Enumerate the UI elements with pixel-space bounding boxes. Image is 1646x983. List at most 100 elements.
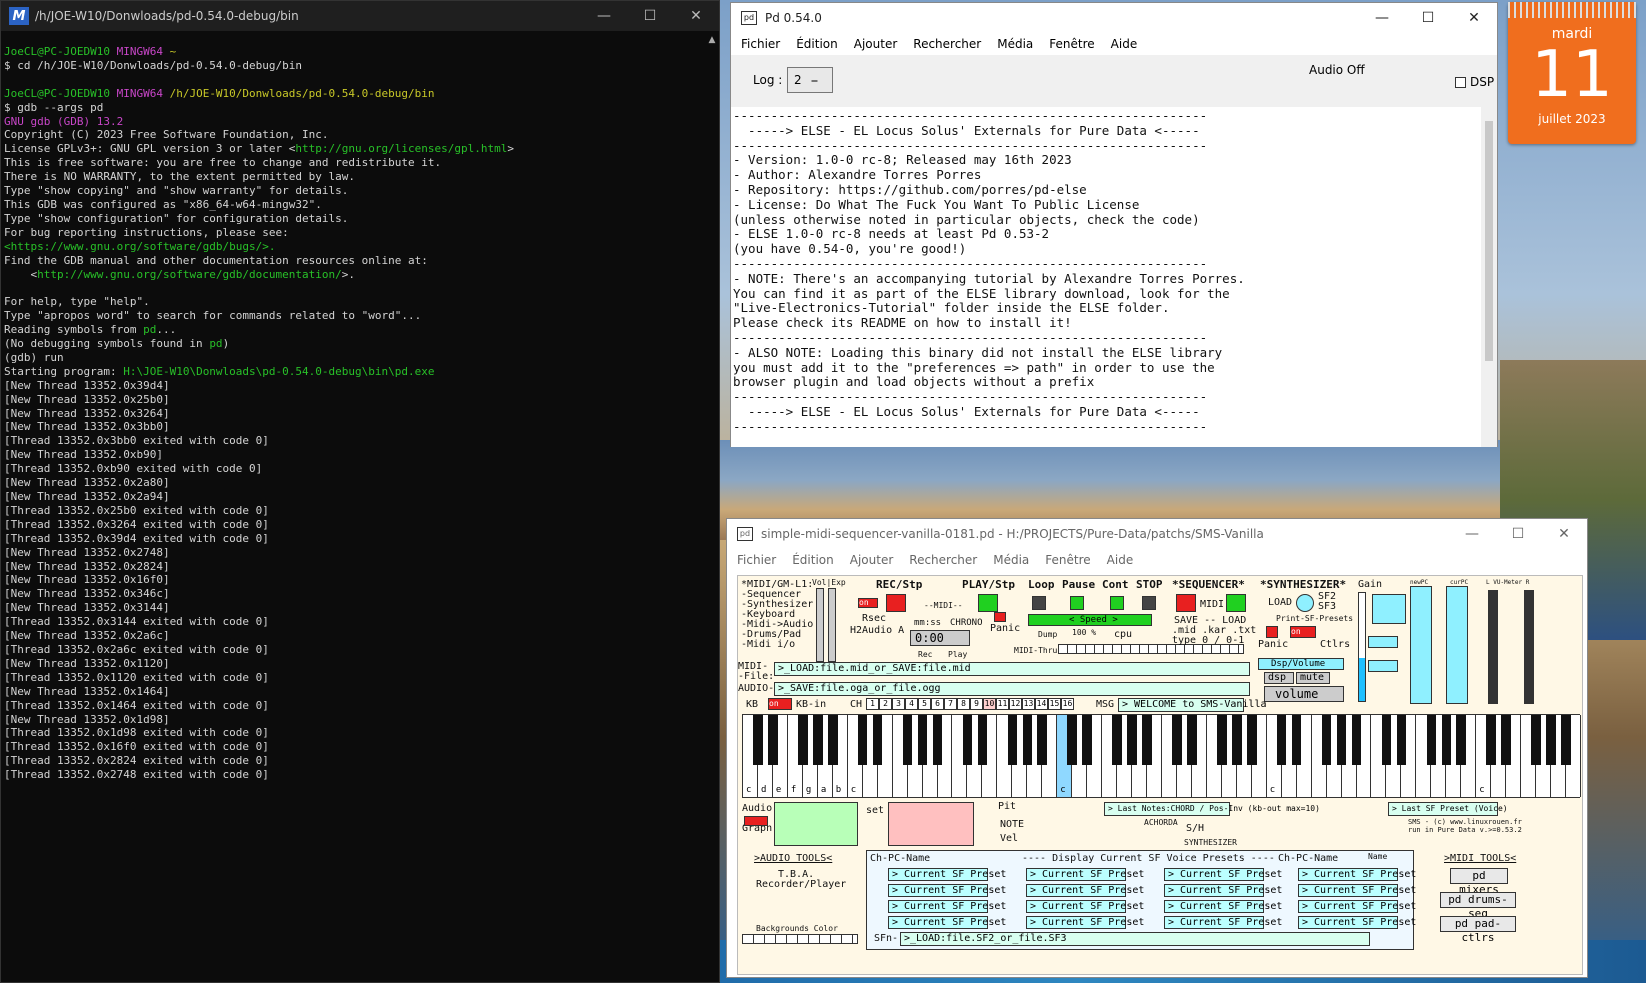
black-key[interactable]: [977, 715, 988, 765]
black-key[interactable]: [872, 715, 883, 765]
channel-button[interactable]: 8: [957, 698, 970, 710]
black-key[interactable]: [932, 715, 943, 765]
channel-button[interactable]: 13: [1022, 698, 1035, 710]
loop-toggle[interactable]: [1032, 596, 1046, 610]
scroll-thumb[interactable]: [1485, 121, 1493, 361]
black-key[interactable]: [1172, 715, 1182, 765]
channel-button[interactable]: 5: [918, 698, 931, 710]
channel-button[interactable]: 3: [892, 698, 905, 710]
black-key[interactable]: [1067, 715, 1077, 765]
dsp-button[interactable]: dsp: [1264, 672, 1294, 684]
sf-preset-slot[interactable]: > Current SF Preset: [1026, 900, 1144, 913]
sf-preset-slot[interactable]: > Current SF Preset: [1298, 916, 1416, 929]
synth-on-toggle[interactable]: on: [1290, 626, 1316, 638]
channel-button[interactable]: 4: [905, 698, 918, 710]
pd-mixers-button[interactable]: pd mixers: [1450, 868, 1508, 896]
black-key[interactable]: [962, 715, 973, 765]
sms-patch-canvas[interactable]: *MIDI/GM-L1: -Sequencer -Synthesizer -Ke…: [737, 575, 1583, 975]
channel-selector[interactable]: 1 2 3 4 5 6 7 8 9 10 11 12 13 14 15 16: [866, 698, 1074, 710]
license-link[interactable]: http://gnu.org/licenses/gpl.html: [295, 142, 507, 155]
menu-ajouter[interactable]: Ajouter: [842, 553, 902, 567]
menu-rechercher[interactable]: Rechercher: [905, 37, 989, 51]
channel-button[interactable]: 15: [1048, 698, 1061, 710]
menu-media[interactable]: Média: [989, 37, 1041, 51]
panic-button[interactable]: [994, 612, 1006, 622]
seq-play-button[interactable]: [1226, 594, 1246, 612]
calendar-widget[interactable]: mardi 11 juillet 2023: [1508, 2, 1636, 144]
black-key[interactable]: [1112, 715, 1122, 765]
cont-button[interactable]: [1110, 596, 1124, 610]
black-key[interactable]: [1456, 715, 1467, 765]
menu-fichier[interactable]: Fichier: [729, 553, 784, 567]
channel-button[interactable]: 6: [931, 698, 944, 710]
menu-edition[interactable]: Édition: [788, 37, 846, 51]
black-key[interactable]: [827, 715, 838, 765]
seq-rec-button[interactable]: [1176, 594, 1196, 612]
black-key[interactable]: [857, 715, 868, 765]
black-key[interactable]: [902, 715, 913, 765]
sf-preset-slot[interactable]: > Current SF Preset: [888, 884, 1006, 897]
gain-slider[interactable]: [1358, 592, 1366, 702]
black-key[interactable]: [1217, 715, 1227, 765]
black-key[interactable]: [1561, 715, 1571, 765]
maximize-button[interactable]: ☐: [627, 8, 673, 24]
menu-fichier[interactable]: Fichier: [733, 37, 788, 51]
bg-color-selector[interactable]: [742, 934, 858, 944]
menu-edition[interactable]: Édition: [784, 553, 842, 567]
black-key[interactable]: [1321, 715, 1332, 765]
maximize-button[interactable]: ☐: [1495, 526, 1541, 542]
channel-button[interactable]: 2: [879, 698, 892, 710]
black-key[interactable]: [753, 715, 763, 765]
menu-aide[interactable]: Aide: [1099, 553, 1142, 567]
pd-titlebar[interactable]: pd Pd 0.54.0 — ☐ ✕: [731, 3, 1497, 33]
rec-on-toggle[interactable]: on: [858, 598, 878, 608]
black-key[interactable]: [1246, 715, 1257, 765]
black-key[interactable]: [1351, 715, 1362, 765]
pd-drums-button[interactable]: pd drums-seq: [1440, 892, 1516, 920]
audio-file-message[interactable]: >_SAVE:file.oga_or_file.ogg: [774, 682, 1250, 696]
sf-preset-slot[interactable]: > Current SF Preset: [888, 868, 1006, 881]
black-key[interactable]: [813, 715, 823, 765]
synth-panic-button[interactable]: [1266, 626, 1278, 638]
black-key[interactable]: [768, 715, 778, 765]
pd-pad-button[interactable]: pd pad-ctlrs: [1440, 916, 1516, 944]
close-button[interactable]: ✕: [1451, 10, 1497, 26]
channel-button[interactable]: 9: [970, 698, 983, 710]
midi-file-message[interactable]: >_LOAD:file.mid_or_SAVE:file.mid: [774, 662, 1250, 676]
volume-control[interactable]: volume: [1264, 686, 1344, 702]
scroll-up-icon[interactable]: ▲: [705, 31, 719, 45]
terminal-titlebar[interactable]: M /h/JOE-W10/Donwloads/pd-0.54.0-debug/b…: [1, 1, 719, 31]
minimize-button[interactable]: —: [581, 8, 627, 24]
expression-slider[interactable]: [828, 588, 836, 662]
channel-button[interactable]: 16: [1061, 698, 1074, 710]
last-notes-message[interactable]: > Last Notes:CHORD / Pos-Inv (kb-out max…: [1104, 802, 1320, 816]
speed-slider[interactable]: < Speed >: [1028, 614, 1152, 626]
stop-button[interactable]: [1142, 596, 1156, 610]
pc-box[interactable]: [1368, 636, 1398, 648]
black-key[interactable]: [917, 715, 928, 765]
black-key[interactable]: [1232, 715, 1242, 765]
sf-preset-slot[interactable]: > Current SF Preset: [1298, 868, 1416, 881]
sf-preset-slot[interactable]: > Current SF Preset: [1298, 884, 1416, 897]
pause-button[interactable]: [1070, 596, 1084, 610]
dsp-toggle[interactable]: DSP: [1455, 75, 1494, 89]
channel-button[interactable]: 1: [866, 698, 879, 710]
black-key[interactable]: [1546, 715, 1556, 765]
close-button[interactable]: ✕: [673, 8, 719, 24]
black-key[interactable]: [1531, 715, 1541, 765]
doc-link[interactable]: http://www.gnu.org/software/gdb/document…: [37, 268, 342, 281]
piano-keyboard[interactable]: cdefgabcccc: [742, 714, 1581, 798]
terminal-window[interactable]: M /h/JOE-W10/Donwloads/pd-0.54.0-debug/b…: [0, 0, 720, 983]
log-level-select[interactable]: 2 ⎯: [787, 67, 833, 93]
menu-media[interactable]: Média: [985, 553, 1037, 567]
black-key[interactable]: [1022, 715, 1033, 765]
rec-button[interactable]: [886, 594, 906, 612]
terminal-output[interactable]: JoeCL@PC-JOEDW10 MINGW64 ~ $ cd /h/JOE-W…: [1, 31, 719, 782]
mute-button[interactable]: mute: [1296, 672, 1330, 684]
sf-preset-slot[interactable]: > Current SF Preset: [1164, 884, 1282, 897]
black-key[interactable]: [1486, 715, 1496, 765]
newpc-column[interactable]: [1410, 586, 1432, 704]
black-key[interactable]: [1441, 715, 1452, 765]
audio-graph-toggle[interactable]: [744, 816, 768, 826]
sf-file-message[interactable]: >_LOAD:file.SF2_or_file.SF3: [900, 932, 1370, 946]
